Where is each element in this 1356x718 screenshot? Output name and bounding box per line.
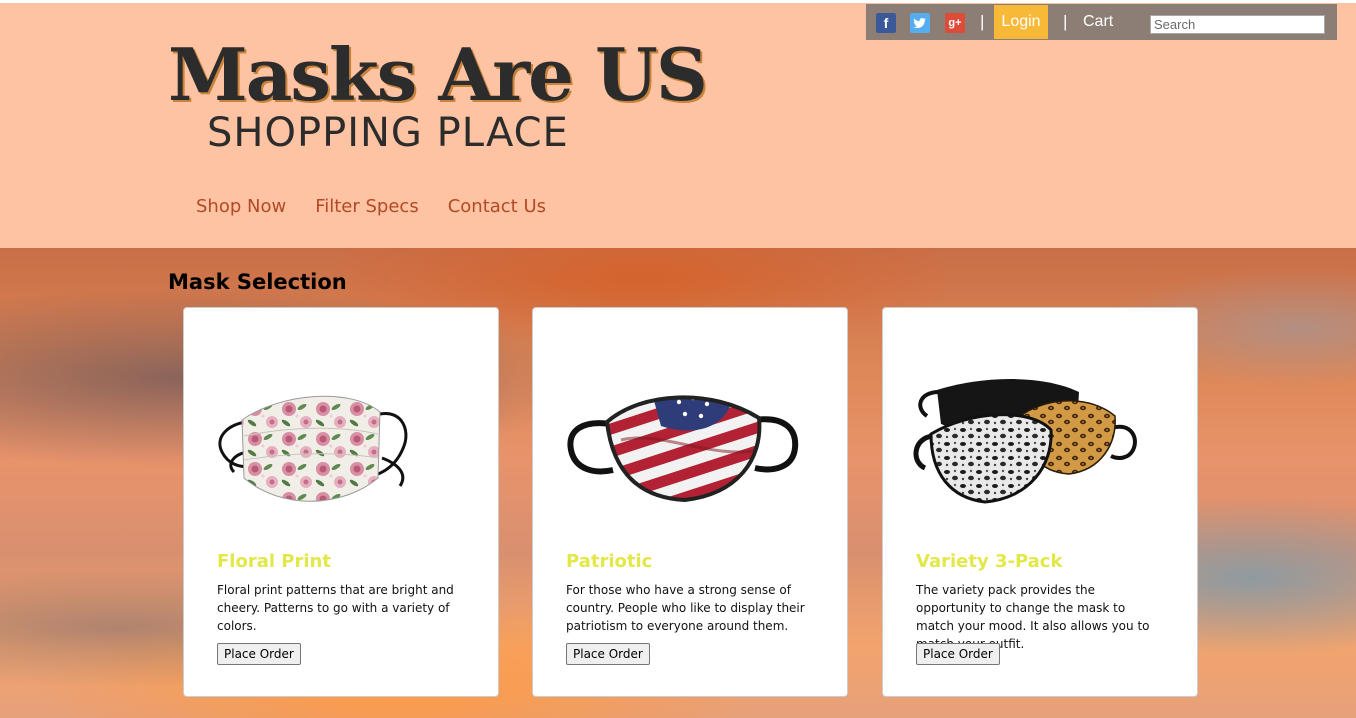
topbar-separator: | [980,12,985,31]
topbar-separator: | [1063,12,1068,31]
product-card: Variety 3-Pack The variety pack provides… [882,307,1198,697]
product-card: Patriotic For those who have a strong se… [532,307,848,697]
nav-filter-specs[interactable]: Filter Specs [315,196,419,217]
american-flag-mask-image [567,395,799,503]
google-plus-icon[interactable]: g+ [945,13,965,33]
twitter-bird-glyph [913,18,926,29]
leopard-variety-mask-image [913,379,1137,504]
floral-mask-image [218,395,408,502]
twitter-icon[interactable] [910,13,930,33]
place-order-button[interactable]: Place Order [916,643,1000,665]
login-button[interactable]: Login [994,5,1048,39]
product-description: For those who have a strong sense of cou… [566,583,805,633]
site-logo-title: Masks Are US [168,32,708,117]
search-input[interactable] [1150,15,1325,34]
place-order-button[interactable]: Place Order [217,643,301,665]
nav-contact-us[interactable]: Contact Us [448,196,546,217]
place-order-button[interactable]: Place Order [566,643,650,665]
product-title: Variety 3-Pack [916,551,1063,572]
product-title: Floral Print [217,551,331,572]
product-description: Floral print patterns that are bright an… [217,583,454,633]
site-logo-subtitle: SHOPPING PLACE [207,110,569,156]
product-card: Floral Print Floral print patterns that … [183,307,499,697]
nav-shop-now[interactable]: Shop Now [196,196,286,217]
utility-bar: f g+ | Login | Cart [866,4,1337,40]
product-title: Patriotic [566,551,653,572]
section-title: Mask Selection [168,270,347,294]
cart-link[interactable]: Cart [1083,13,1113,31]
main-nav: Shop Now Filter Specs Contact Us [196,196,546,217]
facebook-icon[interactable]: f [876,13,896,33]
